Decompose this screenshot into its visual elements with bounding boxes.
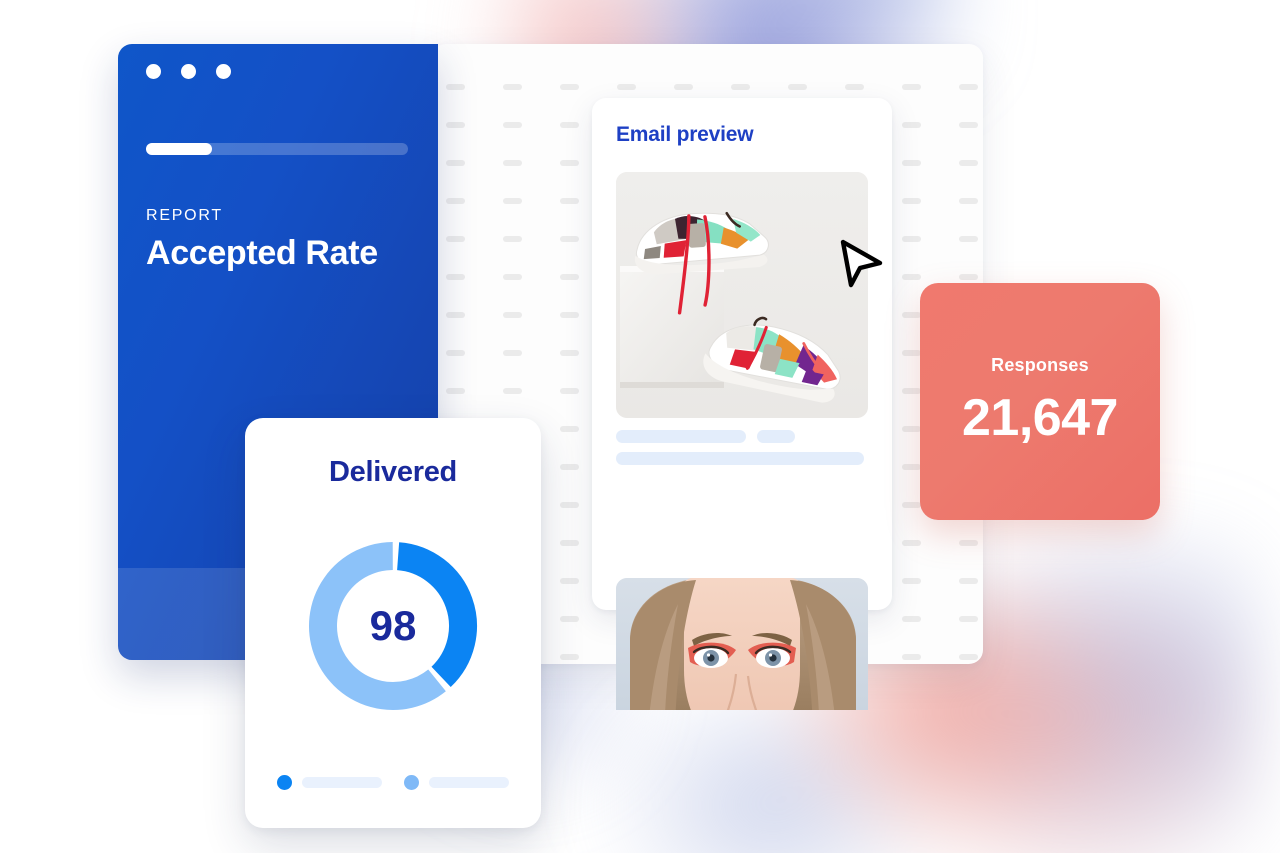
grid-dash bbox=[446, 160, 465, 166]
delivered-legend bbox=[277, 775, 509, 790]
report-eyebrow: REPORT bbox=[146, 207, 223, 224]
grid-dash bbox=[959, 122, 978, 128]
grid-dash bbox=[959, 540, 978, 546]
grid-dash bbox=[560, 616, 579, 622]
progress-bar-track[interactable] bbox=[146, 143, 408, 155]
grid-dash bbox=[560, 84, 579, 90]
grid-dash bbox=[503, 84, 522, 90]
delivered-stat-card[interactable]: Delivered 98 bbox=[245, 418, 541, 828]
responses-label: Responses bbox=[991, 355, 1089, 375]
grid-dash bbox=[902, 274, 921, 280]
grid-dash bbox=[560, 426, 579, 432]
placeholder-bar bbox=[616, 452, 864, 465]
placeholder-bar bbox=[757, 430, 795, 443]
grid-dash bbox=[446, 122, 465, 128]
grid-dash bbox=[446, 274, 465, 280]
grid-dash bbox=[560, 236, 579, 242]
grid-dash bbox=[560, 350, 579, 356]
grid-dash bbox=[617, 84, 636, 90]
grid-dash bbox=[959, 84, 978, 90]
grid-dash bbox=[902, 312, 921, 318]
grid-dash bbox=[560, 502, 579, 508]
grid-dash bbox=[446, 84, 465, 90]
grid-dash bbox=[446, 198, 465, 204]
responses-value: 21,647 bbox=[962, 389, 1118, 447]
delivered-title: Delivered bbox=[329, 456, 457, 488]
window-dot-close-icon[interactable] bbox=[146, 64, 161, 79]
product-photo bbox=[616, 172, 868, 418]
grid-dash bbox=[560, 198, 579, 204]
model-photo bbox=[616, 578, 868, 710]
window-dot-maximize-icon[interactable] bbox=[216, 64, 231, 79]
grid-dash bbox=[503, 160, 522, 166]
grid-dash bbox=[902, 388, 921, 394]
grid-dash bbox=[959, 578, 978, 584]
grid-dash bbox=[959, 616, 978, 622]
email-preview-card[interactable]: Email preview bbox=[592, 98, 892, 710]
grid-dash bbox=[503, 388, 522, 394]
grid-dash bbox=[503, 198, 522, 204]
window-traffic-lights bbox=[146, 64, 231, 79]
grid-dash bbox=[902, 654, 921, 660]
grid-dash bbox=[959, 654, 978, 660]
grid-dash bbox=[902, 464, 921, 470]
grid-dash bbox=[560, 388, 579, 394]
grid-dash bbox=[560, 122, 579, 128]
legend-bar bbox=[429, 777, 509, 788]
grid-dash bbox=[902, 578, 921, 584]
legend-bar bbox=[302, 777, 382, 788]
placeholder-bar bbox=[616, 430, 746, 443]
grid-dash bbox=[446, 388, 465, 394]
grid-dash bbox=[503, 236, 522, 242]
grid-dash bbox=[959, 236, 978, 242]
arrow-pointer-icon bbox=[838, 238, 884, 290]
grid-dash bbox=[446, 350, 465, 356]
grid-dash bbox=[902, 426, 921, 432]
progress-bar-fill bbox=[146, 143, 212, 155]
grid-dash bbox=[560, 160, 579, 166]
grid-dash bbox=[674, 84, 693, 90]
grid-dash bbox=[446, 236, 465, 242]
legend-dot-secondary-icon bbox=[404, 775, 419, 790]
grid-dash bbox=[902, 84, 921, 90]
responses-stat-card[interactable]: Responses 21,647 bbox=[920, 283, 1160, 520]
grid-dash bbox=[902, 502, 921, 508]
grid-dash bbox=[560, 578, 579, 584]
grid-dash bbox=[902, 122, 921, 128]
grid-dash bbox=[503, 274, 522, 280]
grid-dash bbox=[902, 198, 921, 204]
grid-dash bbox=[560, 540, 579, 546]
legend-item[interactable] bbox=[404, 775, 509, 790]
grid-dash bbox=[788, 84, 807, 90]
grid-dash bbox=[560, 274, 579, 280]
grid-dash bbox=[902, 350, 921, 356]
delivered-value: 98 bbox=[369, 602, 417, 649]
grid-dash bbox=[902, 236, 921, 242]
legend-dot-primary-icon bbox=[277, 775, 292, 790]
delivered-donut-chart: 98 bbox=[293, 526, 493, 726]
grid-dash bbox=[446, 312, 465, 318]
placeholder-row-2 bbox=[616, 452, 864, 465]
grid-dash bbox=[560, 312, 579, 318]
grid-dash bbox=[731, 84, 750, 90]
grid-dash bbox=[503, 350, 522, 356]
grid-dash bbox=[959, 274, 978, 280]
grid-dash bbox=[959, 160, 978, 166]
report-title: Accepted Rate bbox=[146, 234, 378, 272]
email-preview-title: Email preview bbox=[616, 123, 754, 146]
placeholder-row-1 bbox=[616, 430, 795, 443]
grid-dash bbox=[560, 464, 579, 470]
grid-dash bbox=[959, 198, 978, 204]
grid-dash bbox=[845, 84, 864, 90]
grid-dash bbox=[902, 540, 921, 546]
grid-dash bbox=[503, 312, 522, 318]
grid-dash bbox=[902, 616, 921, 622]
window-dot-minimize-icon[interactable] bbox=[181, 64, 196, 79]
grid-dash bbox=[902, 160, 921, 166]
grid-dash bbox=[503, 122, 522, 128]
legend-item[interactable] bbox=[277, 775, 382, 790]
grid-dash bbox=[560, 654, 579, 660]
